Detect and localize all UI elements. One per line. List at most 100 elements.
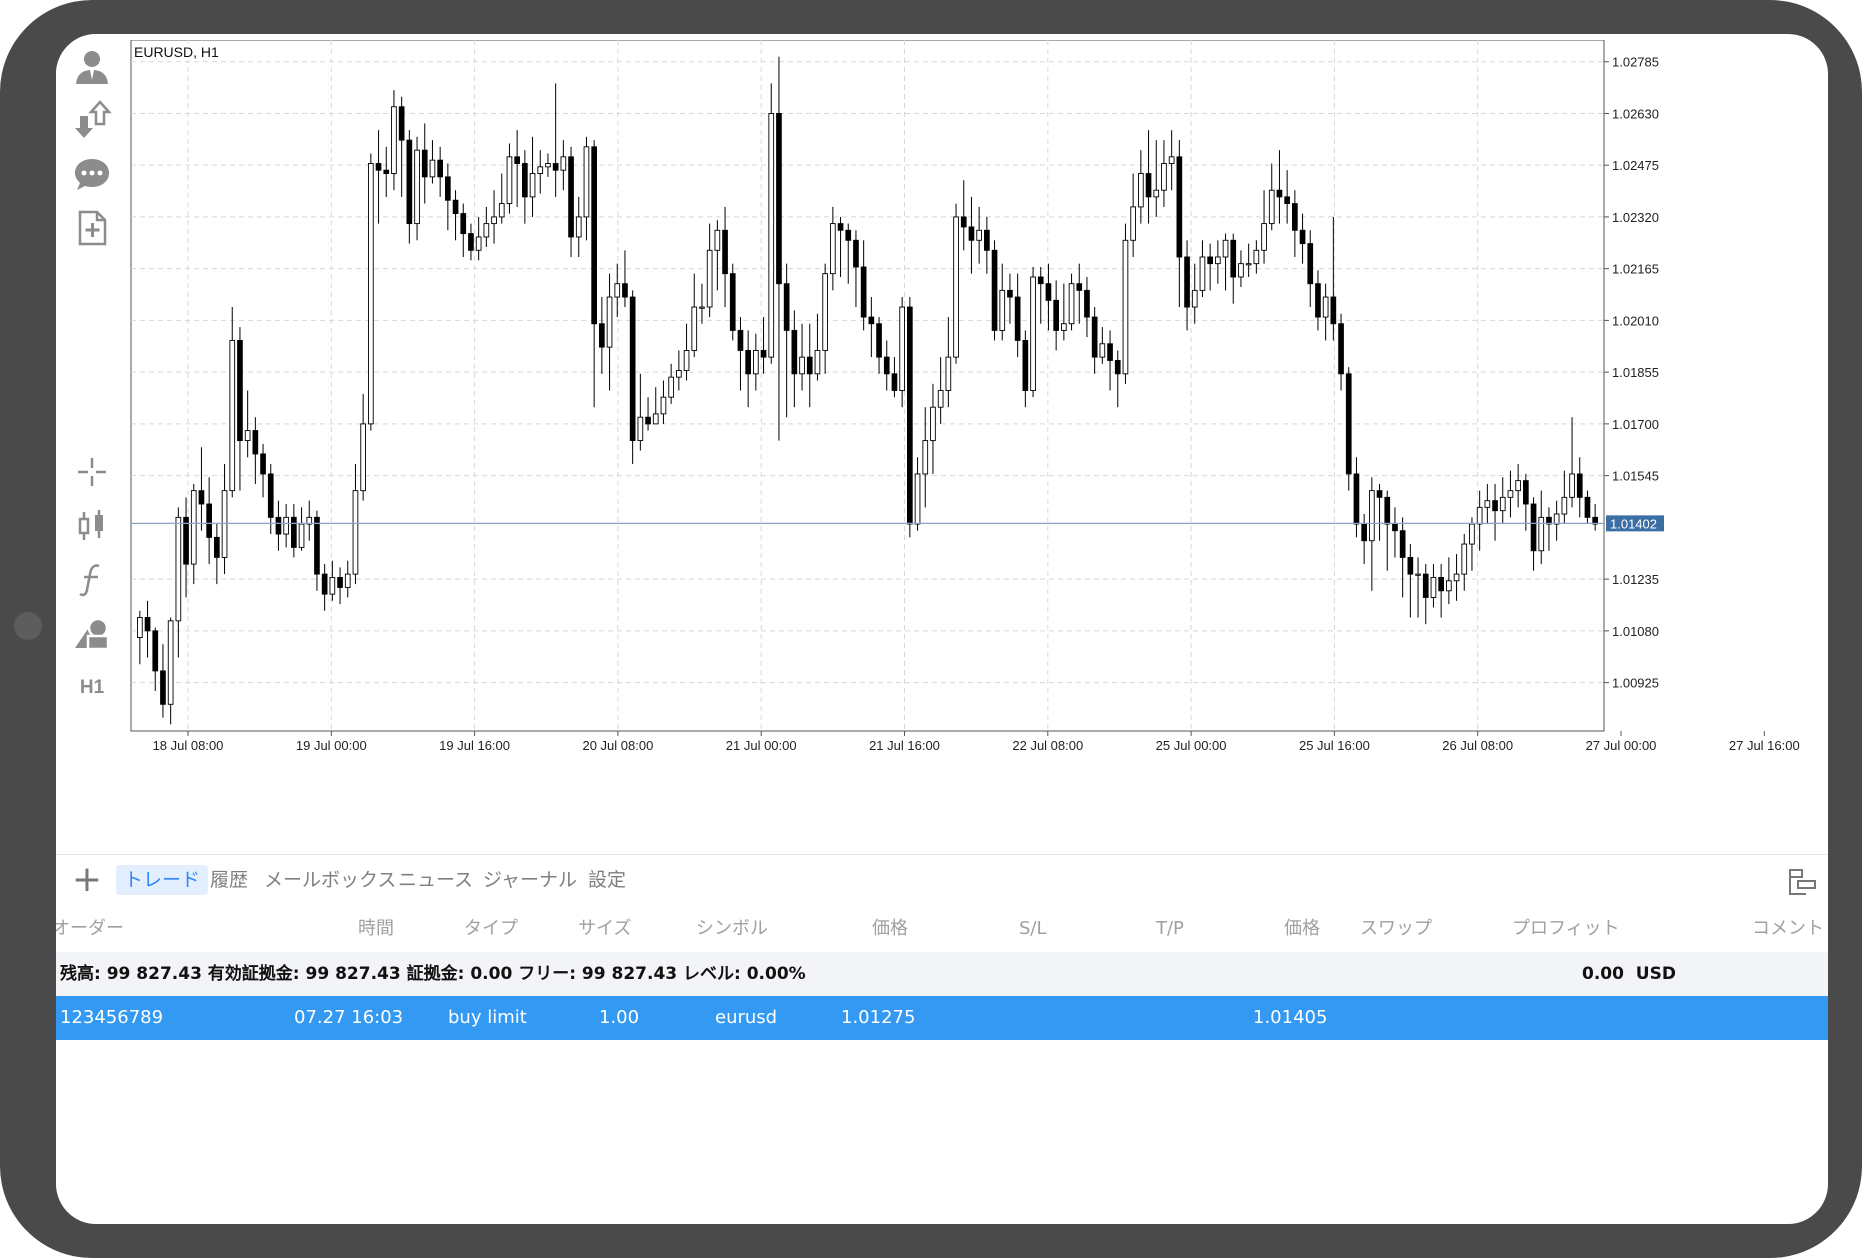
- col-tp[interactable]: T/P: [1156, 906, 1184, 952]
- trade-arrows-icon[interactable]: [66, 94, 118, 146]
- candlestick-chart[interactable]: 1.02785 1.02630 1.02475 1.02320 1.02165 1.020…: [128, 40, 1828, 840]
- candle-body: [167, 620, 174, 705]
- candle-body: [383, 169, 390, 174]
- tab-mailbox[interactable]: メールボックス: [256, 865, 404, 895]
- candle-body: [1446, 580, 1452, 592]
- chat-icon[interactable]: [66, 148, 118, 200]
- candle-body: [1530, 503, 1537, 552]
- candle-body: [252, 430, 259, 455]
- candle-body: [137, 617, 143, 638]
- add-icon[interactable]: +: [70, 862, 104, 898]
- candle-body: [760, 349, 767, 358]
- candle-body: [329, 576, 336, 595]
- col-order[interactable]: オーダー: [56, 906, 124, 952]
- candle-body: [183, 516, 189, 565]
- candle-body: [552, 163, 559, 171]
- candle-body: [830, 223, 836, 275]
- price-tick-label: 1.02320: [1612, 210, 1659, 225]
- candle-body: [1430, 576, 1437, 598]
- camera-dot: [14, 612, 42, 640]
- account-balance-row: 残高: 99 827.43 有効証拠金: 99 827.43 証拠金: 0.00…: [56, 952, 1828, 996]
- candle-body: [860, 266, 867, 318]
- objects-icon[interactable]: [66, 608, 118, 660]
- table-row[interactable]: 123456789 07.27 16:03 buy limit 1.00 eur…: [56, 996, 1828, 1040]
- candle-body: [714, 229, 721, 251]
- candle-body: [984, 229, 990, 251]
- tab-settings[interactable]: 設定: [580, 865, 634, 895]
- candle-body: [1345, 373, 1352, 475]
- candle-body: [1461, 543, 1468, 575]
- candle-body: [953, 216, 959, 358]
- col-swap[interactable]: スワップ: [1360, 906, 1432, 952]
- price-chart[interactable]: 1.02785 1.02630 1.02475 1.02320 1.02165 1.020…: [128, 40, 1828, 840]
- candle-body: [214, 536, 220, 558]
- candle-body: [498, 203, 505, 218]
- candle-body: [475, 236, 482, 251]
- candle-body: [575, 216, 582, 238]
- candle-body: [545, 163, 551, 168]
- candle-body: [398, 106, 405, 141]
- col-size[interactable]: サイズ: [578, 906, 631, 952]
- col-current-price[interactable]: 価格: [1284, 906, 1320, 952]
- candle-body: [822, 273, 828, 351]
- candle-body: [1061, 323, 1067, 331]
- col-symbol[interactable]: シンボル: [696, 906, 768, 952]
- balance-summary: 残高: 99 827.43 有効証拠金: 99 827.43 証拠金: 0.00…: [60, 964, 806, 984]
- candle-body: [1184, 256, 1190, 308]
- candle-body: [1553, 513, 1560, 525]
- candle-body: [1084, 289, 1090, 318]
- candle-body: [1215, 256, 1221, 265]
- candle-body: [945, 356, 952, 391]
- new-document-icon[interactable]: [66, 202, 118, 254]
- candle-body: [991, 249, 998, 331]
- crosshair-icon[interactable]: [66, 446, 118, 498]
- candle-body: [206, 503, 212, 538]
- balance-currency: USD: [1635, 964, 1676, 984]
- candle-body: [668, 376, 674, 398]
- timeframe-button[interactable]: H1: [66, 662, 118, 714]
- candle-body: [1014, 296, 1021, 341]
- time-tick-label: 25 Jul 00:00: [1156, 738, 1227, 753]
- candle-body: [460, 213, 467, 235]
- candle-body: [1330, 296, 1337, 325]
- candle-body: [1122, 239, 1129, 375]
- function-icon[interactable]: [66, 554, 118, 606]
- candle-body: [1145, 173, 1152, 198]
- candle-body: [1407, 556, 1414, 575]
- candle-body: [414, 149, 420, 225]
- candle-body: [606, 296, 613, 348]
- account-icon[interactable]: [66, 40, 118, 92]
- time-tick-label: 22 Jul 08:00: [1012, 738, 1083, 753]
- candlestick-icon[interactable]: [66, 500, 118, 552]
- panel-layout-icon[interactable]: [1788, 867, 1818, 897]
- tab-history[interactable]: 履歴: [202, 865, 256, 895]
- candle-body: [1045, 283, 1052, 301]
- candle-body: [729, 273, 736, 331]
- candle-body: [368, 163, 374, 425]
- col-type[interactable]: タイプ: [464, 906, 518, 952]
- time-tick-label: 25 Jul 16:00: [1299, 738, 1370, 753]
- candle-body: [152, 630, 159, 672]
- candle-body: [999, 289, 1006, 331]
- tab-journal[interactable]: ジャーナル: [475, 865, 585, 895]
- col-comment[interactable]: コメント: [1752, 906, 1824, 952]
- candle-body: [883, 356, 890, 375]
- col-sl[interactable]: S/L: [1019, 906, 1047, 952]
- col-time[interactable]: 時間: [358, 906, 394, 952]
- candle-body: [391, 106, 397, 174]
- left-toolbar: H1: [56, 34, 128, 834]
- plot-area: [130, 40, 1605, 732]
- candle-body: [799, 356, 805, 375]
- tab-trade[interactable]: トレード: [116, 865, 209, 895]
- col-profit[interactable]: プロフィット: [1512, 906, 1620, 952]
- candle-body: [537, 166, 544, 174]
- candle-body: [699, 306, 705, 309]
- price-tick-label: 1.02475: [1612, 158, 1659, 173]
- candle-body: [1238, 263, 1244, 278]
- candle-body: [868, 316, 875, 325]
- candle-body: [652, 413, 659, 425]
- balance-profit-value: 0.00: [1582, 964, 1624, 984]
- candle-body: [1561, 496, 1568, 515]
- tab-news[interactable]: ニュース: [390, 865, 481, 895]
- col-price[interactable]: 価格: [872, 906, 908, 952]
